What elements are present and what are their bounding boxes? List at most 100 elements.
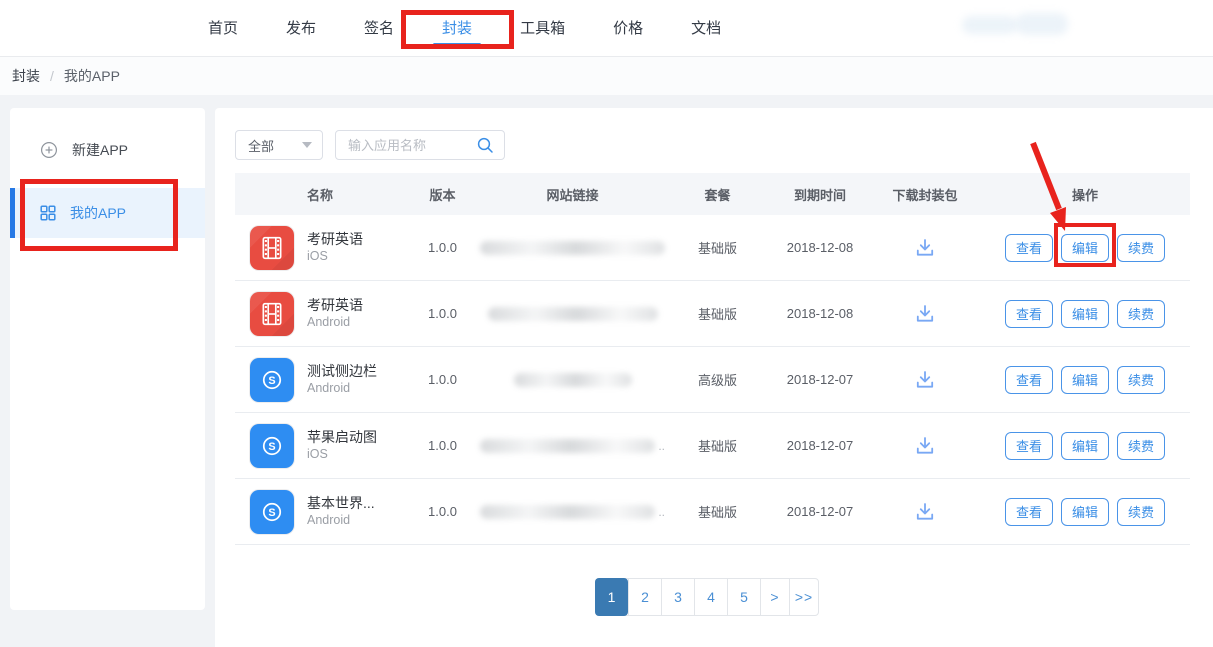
col-header-plan: 套餐 <box>665 185 770 204</box>
table-header-row: 名称 版本 网站链接 套餐 到期时间 下载封装包 操作 <box>235 173 1190 215</box>
app-expiry: 2018-12-07 <box>770 504 870 519</box>
view-button[interactable]: 查看 <box>1005 300 1053 328</box>
col-header-version: 版本 <box>405 185 480 204</box>
app-plan: 基础版 <box>665 304 770 323</box>
app-name: 基本世界... <box>307 494 375 512</box>
search-icon[interactable] <box>476 136 494 154</box>
film-app-icon <box>250 292 294 336</box>
renew-button[interactable]: 续费 <box>1117 300 1165 328</box>
grid-icon <box>40 205 56 221</box>
category-select[interactable]: 全部 <box>235 130 323 160</box>
breadcrumb-section[interactable]: 封装 <box>12 66 40 86</box>
col-header-name: 名称 <box>235 185 405 204</box>
app-plan: 基础版 <box>665 238 770 257</box>
download-package-icon[interactable] <box>914 369 936 391</box>
page-button-5[interactable]: 5 <box>727 579 760 615</box>
blurred-website-link <box>480 241 665 255</box>
app-name: 测试侧边栏 <box>307 362 377 380</box>
url-ellipsis: .. <box>658 505 665 519</box>
col-header-actions: 操作 <box>980 185 1190 204</box>
blurred-website-link <box>488 307 658 321</box>
download-package-icon[interactable] <box>914 303 936 325</box>
blurred-website-link <box>480 439 655 453</box>
nav-item-sign[interactable]: 签名 <box>364 18 394 39</box>
breadcrumb-current: 我的APP <box>64 66 120 86</box>
download-package-icon[interactable] <box>914 237 936 259</box>
apps-table: 名称 版本 网站链接 套餐 到期时间 下载封装包 操作 <box>235 173 1190 545</box>
svg-text:S: S <box>268 440 275 452</box>
app-version: 1.0.0 <box>405 438 480 453</box>
download-package-icon[interactable] <box>914 435 936 457</box>
url-ellipsis: .. <box>658 439 665 453</box>
next-page-button[interactable]: > <box>760 579 789 615</box>
col-header-url: 网站链接 <box>480 185 665 204</box>
sidebar-item-my-app[interactable]: 我的APP <box>10 188 205 238</box>
breadcrumb: 封装 / 我的APP <box>0 57 1213 95</box>
last-page-button[interactable]: >> <box>789 579 818 615</box>
edit-button[interactable]: 编辑 <box>1061 366 1109 394</box>
pagination: 1 2 3 4 5 > >> <box>595 578 819 616</box>
sidebar-item-new-app[interactable]: 新建APP <box>10 130 205 170</box>
breadcrumb-separator: / <box>50 68 54 84</box>
col-header-expiry: 到期时间 <box>770 185 870 204</box>
view-button[interactable]: 查看 <box>1005 366 1053 394</box>
table-row: 考研英语 Android 1.0.0 基础版 2018-12-08 查看 编辑 … <box>235 281 1190 347</box>
category-select-value: 全部 <box>248 136 274 155</box>
view-button[interactable]: 查看 <box>1005 432 1053 460</box>
search-input[interactable] <box>348 138 476 153</box>
app-expiry: 2018-12-07 <box>770 372 870 387</box>
film-app-icon <box>250 226 294 270</box>
page-button-1[interactable]: 1 <box>595 578 628 616</box>
edit-button[interactable]: 编辑 <box>1061 234 1109 262</box>
top-header: 首页 发布 签名 封装 工具箱 价格 文档 <box>0 0 1213 57</box>
app-expiry: 2018-12-08 <box>770 306 870 321</box>
renew-button[interactable]: 续费 <box>1117 234 1165 262</box>
nav-item-toolbox[interactable]: 工具箱 <box>520 18 565 39</box>
blurred-user-info <box>1016 13 1068 35</box>
active-item-bar <box>10 188 15 238</box>
table-row: S 基本世界... Android 1.0.0 .. 基础版 2018-12-0… <box>235 479 1190 545</box>
app-expiry: 2018-12-07 <box>770 438 870 453</box>
table-row: S 苹果启动图 iOS 1.0.0 .. 基础版 2018-12-07 查看 编… <box>235 413 1190 479</box>
renew-button[interactable]: 续费 <box>1117 498 1165 526</box>
blurred-website-link <box>514 373 632 387</box>
plus-circle-icon <box>40 141 58 159</box>
app-plan: 基础版 <box>665 436 770 455</box>
app-name: 考研英语 <box>307 230 363 248</box>
s-logo-app-icon: S <box>250 424 294 468</box>
svg-text:S: S <box>268 374 275 386</box>
table-row: S 测试侧边栏 Android 1.0.0 高级版 2018-12-07 查看 … <box>235 347 1190 413</box>
nav-item-price[interactable]: 价格 <box>613 18 643 39</box>
nav-item-package[interactable]: 封装 <box>442 18 472 39</box>
download-package-icon[interactable] <box>914 501 936 523</box>
page-button-3[interactable]: 3 <box>661 579 694 615</box>
view-button[interactable]: 查看 <box>1005 498 1053 526</box>
edit-button[interactable]: 编辑 <box>1061 432 1109 460</box>
app-expiry: 2018-12-08 <box>770 240 870 255</box>
page-button-2[interactable]: 2 <box>628 579 661 615</box>
edit-button[interactable]: 编辑 <box>1061 300 1109 328</box>
app-name: 考研英语 <box>307 296 363 314</box>
view-button[interactable]: 查看 <box>1005 234 1053 262</box>
edit-button[interactable]: 编辑 <box>1061 498 1109 526</box>
app-version: 1.0.0 <box>405 240 480 255</box>
app-name: 苹果启动图 <box>307 428 377 446</box>
renew-button[interactable]: 续费 <box>1117 366 1165 394</box>
blurred-website-link <box>480 505 655 519</box>
app-version: 1.0.0 <box>405 504 480 519</box>
app-plan: 高级版 <box>665 370 770 389</box>
sidebar: 新建APP 我的APP <box>10 108 205 610</box>
page-button-4[interactable]: 4 <box>694 579 727 615</box>
nav-item-publish[interactable]: 发布 <box>286 18 316 39</box>
app-platform: Android <box>307 314 363 331</box>
app-plan: 基础版 <box>665 502 770 521</box>
nav-item-package-label: 封装 <box>442 20 472 37</box>
app-platform: Android <box>307 512 375 529</box>
table-row: 考研英语 iOS 1.0.0 基础版 2018-12-08 查看 编辑 <box>235 215 1190 281</box>
svg-text:S: S <box>268 506 275 518</box>
renew-button[interactable]: 续费 <box>1117 432 1165 460</box>
nav-item-docs[interactable]: 文档 <box>691 18 721 39</box>
nav-item-home[interactable]: 首页 <box>208 18 238 39</box>
s-logo-app-icon: S <box>250 490 294 534</box>
app-version: 1.0.0 <box>405 372 480 387</box>
